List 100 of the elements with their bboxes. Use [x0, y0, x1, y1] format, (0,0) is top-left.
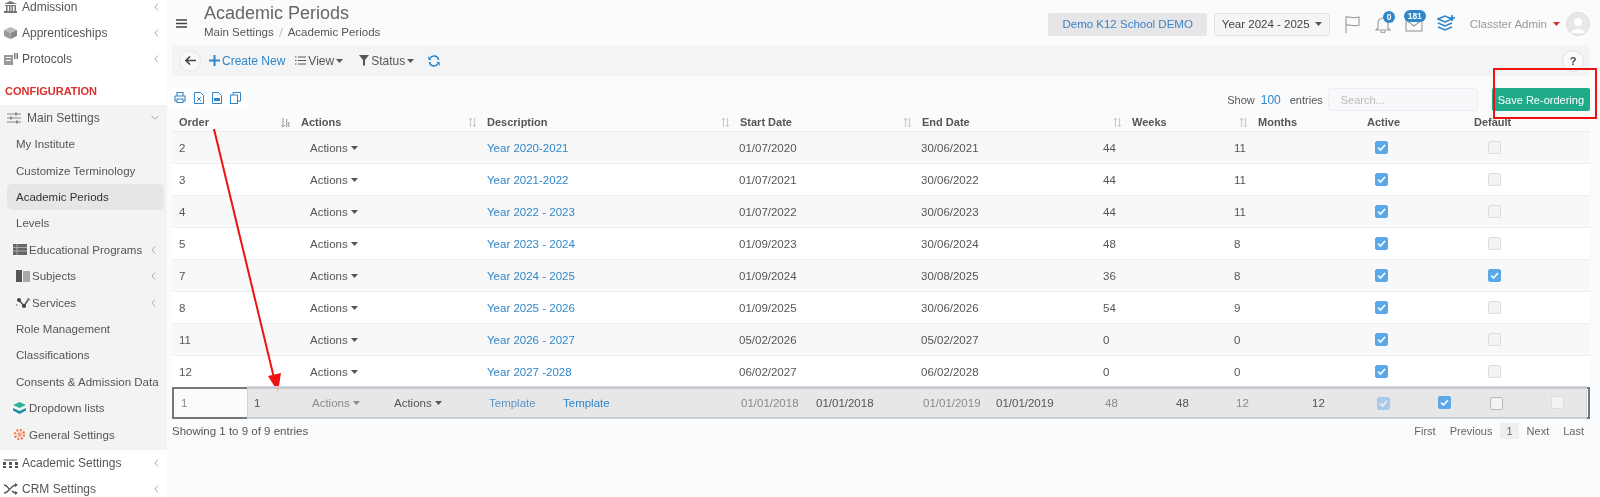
sidebar-item[interactable]: Classifications — [7, 342, 164, 369]
caret-icon — [350, 305, 358, 310]
description-link[interactable]: Year 2026 - 2027 — [487, 333, 575, 346]
checkbox[interactable] — [1375, 365, 1388, 378]
sidebar-item[interactable]: Educational Programs — [7, 236, 164, 263]
copy-icon[interactable] — [230, 91, 241, 104]
end-date: 06/02/2028 — [921, 365, 979, 378]
sidebar-item[interactable]: Protocols — [0, 46, 167, 73]
checkbox[interactable] — [1375, 269, 1388, 282]
actions-dropdown[interactable]: Actions — [310, 269, 358, 282]
pagination-button[interactable]: Next — [1520, 423, 1556, 439]
checkbox[interactable] — [1375, 173, 1388, 186]
column-header[interactable]: Start Date — [740, 116, 792, 128]
search-field[interactable]: Search... — [1327, 88, 1478, 111]
checkbox[interactable] — [1375, 141, 1388, 154]
document-icon — [3, 53, 18, 66]
bell-icon[interactable] — [1374, 15, 1391, 33]
column-header[interactable]: Weeks — [1132, 116, 1167, 128]
description-link[interactable]: Year 2025 - 2026 — [487, 301, 575, 314]
sidebar-item[interactable]: Services — [7, 289, 164, 316]
sidebar-item[interactable]: Levels — [7, 210, 164, 237]
breadcrumb-link[interactable]: Main Settings — [204, 26, 274, 38]
sidebar-item[interactable]: Role Management — [7, 315, 164, 343]
sidebar-item[interactable]: Dropdown lists — [7, 394, 164, 422]
checkbox[interactable] — [1488, 269, 1501, 282]
sort-icon[interactable] — [904, 117, 911, 127]
actions-dropdown[interactable]: Actions — [310, 141, 358, 154]
layers-plus-icon[interactable] — [1436, 15, 1456, 33]
description-link[interactable]: Year 2022 - 2023 — [487, 205, 575, 218]
chevron-left-icon — [154, 2, 159, 11]
create-new-button[interactable]: Create New — [209, 49, 286, 72]
view-menu-button[interactable]: View — [295, 49, 344, 72]
sidebar-item[interactable]: CRM Settings — [0, 476, 167, 497]
back-button[interactable] — [179, 49, 201, 72]
sidebar-item[interactable]: Academic Settings — [0, 449, 167, 477]
description-link[interactable]: Year 2024 - 2025 — [487, 269, 575, 282]
help-button[interactable]: ? — [1562, 49, 1584, 72]
page-title: Academic Periods — [204, 3, 351, 23]
menu-icon[interactable] — [176, 19, 187, 28]
checkbox[interactable] — [1375, 333, 1388, 346]
chevron-left-icon — [151, 245, 156, 254]
excel-file-icon[interactable] — [194, 91, 204, 104]
sidebar-item[interactable]: Apprenticeships — [0, 19, 167, 47]
sort-icon[interactable] — [1240, 117, 1247, 127]
actions-dropdown[interactable]: Actions — [310, 205, 358, 218]
start-date: 01/09/2024 — [739, 269, 797, 282]
months-value: 0 — [1234, 365, 1241, 378]
actions-dropdown[interactable]: Actions — [310, 173, 358, 186]
sidebar-item[interactable]: General Settings — [7, 421, 164, 448]
column-header[interactable]: Default — [1474, 116, 1512, 128]
pagination-button[interactable]: First — [1408, 423, 1442, 439]
sort-icon[interactable] — [722, 117, 729, 127]
flag-icon[interactable] — [1343, 15, 1361, 33]
caret-icon — [1553, 22, 1560, 26]
sidebar-item[interactable]: Subjects — [7, 263, 164, 290]
sidebar-item[interactable]: Consents & Admission Data — [7, 368, 164, 395]
weeks-value: 0 — [1103, 365, 1110, 378]
page-length-select[interactable]: 100 — [1260, 92, 1281, 107]
description-link[interactable]: Year 2021-2022 — [487, 173, 569, 186]
column-header[interactable]: Active — [1367, 116, 1401, 128]
weeks-value: 48 — [1103, 237, 1116, 250]
sort-icon[interactable] — [469, 117, 476, 127]
column-header[interactable]: End Date — [922, 116, 970, 128]
chevron-left-icon — [154, 485, 159, 494]
sidebar-item[interactable]: Academic Periods — [7, 183, 164, 211]
actions-dropdown[interactable]: Actions — [394, 396, 442, 409]
sidebar-item[interactable]: My Institute — [7, 131, 164, 158]
pagination-button[interactable]: 1 — [1500, 423, 1519, 439]
months-value: 8 — [1234, 237, 1241, 250]
section-heading: CONFIGURATION — [5, 84, 98, 97]
column-header[interactable]: Months — [1258, 116, 1298, 128]
sidebar-item[interactable]: Customize Terminology — [7, 157, 164, 184]
column-header[interactable]: Order — [179, 116, 209, 128]
status-filter-button[interactable]: Status — [359, 49, 415, 72]
sidebar-item[interactable]: Admission — [0, 0, 167, 20]
column-header[interactable]: Description — [487, 116, 548, 128]
actions-dropdown[interactable]: Actions — [310, 365, 358, 378]
weeks-value: 44 — [1103, 205, 1116, 218]
column-header[interactable]: Actions — [301, 116, 342, 128]
checkbox[interactable] — [1375, 301, 1388, 314]
pagination-button[interactable]: Previous — [1443, 423, 1499, 439]
caret-icon — [1314, 22, 1322, 26]
description-link[interactable]: Year 2020-2021 — [487, 141, 569, 154]
actions-dropdown[interactable]: Actions — [310, 333, 358, 346]
sort-ascending-icon[interactable] — [281, 117, 290, 127]
actions-dropdown[interactable]: Actions — [310, 237, 358, 250]
checkbox[interactable] — [1375, 237, 1388, 250]
sort-icon[interactable] — [1114, 117, 1121, 127]
description-link[interactable]: Year 2027 -2028 — [487, 365, 572, 378]
print-icon[interactable] — [174, 92, 186, 103]
pagination-button[interactable]: Last — [1557, 423, 1590, 439]
caret-icon — [350, 209, 358, 214]
checkbox[interactable] — [1438, 396, 1451, 409]
description-link[interactable]: Year 2023 - 2024 — [487, 237, 575, 250]
actions-dropdown[interactable]: Actions — [310, 301, 358, 314]
year-select[interactable]: Year 2024 - 2025 — [1213, 12, 1330, 36]
end-date: 30/06/2021 — [921, 141, 979, 154]
checkbox[interactable] — [1375, 205, 1388, 218]
pdf-file-icon[interactable] — [212, 91, 222, 104]
sidebar-item[interactable]: Main Settings — [0, 104, 167, 132]
